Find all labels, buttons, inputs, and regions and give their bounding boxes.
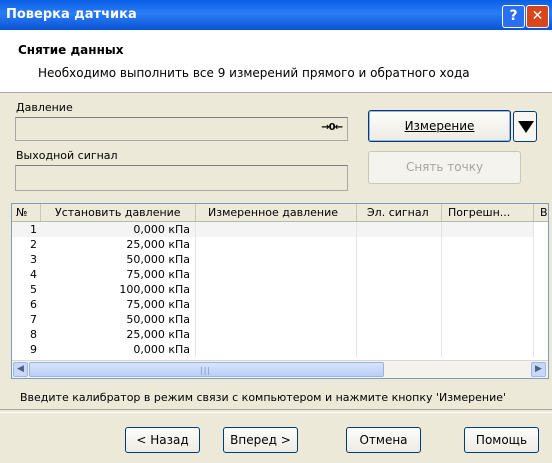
error-cell bbox=[442, 222, 534, 237]
measured-pressure-cell bbox=[196, 297, 357, 312]
scroll-left-icon[interactable]: ◀ bbox=[13, 362, 28, 377]
column-header[interactable]: Эл. сигнал bbox=[357, 204, 442, 221]
table-row[interactable]: 4 75,000 кПа bbox=[12, 267, 548, 282]
column-header[interactable]: В bbox=[534, 204, 548, 221]
signal-cell bbox=[357, 237, 442, 252]
horizontal-scrollbar[interactable]: ◀ ||| ▶ bbox=[12, 360, 548, 378]
pressure-field: →0← bbox=[15, 117, 348, 141]
measurement-table[interactable]: № Установить давление Измеренное давлени… bbox=[11, 203, 549, 379]
column-header[interactable]: Измеренное давление bbox=[196, 204, 357, 221]
measured-pressure-cell bbox=[196, 222, 357, 237]
status-message: Введите калибратор в режим связи с компь… bbox=[20, 391, 507, 404]
scrollbar-thumb[interactable]: ||| bbox=[29, 362, 384, 377]
signal-cell bbox=[357, 312, 442, 327]
output-signal-label: Выходной сигнал bbox=[16, 149, 118, 162]
help-icon[interactable]: ? bbox=[502, 5, 525, 28]
step-title: Снятие данных bbox=[18, 43, 124, 57]
table-header: № Установить давление Измеренное давлени… bbox=[12, 204, 548, 222]
set-pressure-cell: 0,000 кПа bbox=[41, 222, 196, 237]
column-header[interactable]: Установить давление bbox=[41, 204, 196, 221]
window-title: Поверка датчика bbox=[6, 7, 137, 22]
zero-icon[interactable]: →0← bbox=[321, 122, 343, 133]
table-row[interactable]: 3 50,000 кПа bbox=[12, 252, 548, 267]
grip-icon: ||| bbox=[200, 366, 212, 375]
help-button[interactable]: Помощь bbox=[464, 427, 539, 453]
set-pressure-cell: 50,000 кПа bbox=[41, 252, 196, 267]
row-number: 3 bbox=[30, 253, 37, 266]
table-row[interactable]: 1 0,000 кПа bbox=[12, 222, 548, 237]
measure-button-label: Измерение bbox=[404, 119, 475, 133]
error-cell bbox=[442, 282, 534, 297]
row-number: 2 bbox=[30, 238, 37, 251]
row-number: 1 bbox=[12, 222, 41, 237]
cancel-button[interactable]: Отмена bbox=[346, 427, 421, 453]
row-number: 6 bbox=[30, 298, 37, 311]
title-bar: Поверка датчика ? ✕ bbox=[0, 0, 552, 30]
column-header[interactable]: Погрешн... bbox=[442, 204, 534, 221]
measure-dropdown-button[interactable] bbox=[513, 111, 537, 142]
pressure-label: Давление bbox=[16, 101, 73, 114]
signal-cell bbox=[357, 267, 442, 282]
next-button[interactable]: Вперед > bbox=[223, 427, 298, 453]
table-row[interactable]: 7 50,000 кПа bbox=[12, 312, 548, 327]
error-cell bbox=[442, 342, 534, 357]
set-pressure-cell: 25,000 кПа bbox=[41, 237, 196, 252]
close-icon[interactable]: ✕ bbox=[526, 5, 549, 28]
measured-pressure-cell bbox=[196, 267, 357, 282]
column-header[interactable]: № bbox=[12, 204, 41, 221]
output-signal-field bbox=[15, 165, 348, 191]
signal-cell bbox=[357, 282, 442, 297]
back-button[interactable]: < Назад bbox=[125, 427, 200, 453]
measured-pressure-cell bbox=[196, 342, 357, 357]
step-description: Необходимо выполнить все 9 измерений пря… bbox=[38, 66, 470, 80]
take-point-button[interactable]: Снять точку bbox=[368, 151, 521, 184]
error-cell bbox=[442, 297, 534, 312]
error-cell bbox=[442, 237, 534, 252]
table-row[interactable]: 8 25,000 кПа bbox=[12, 327, 548, 342]
measured-pressure-cell bbox=[196, 312, 357, 327]
signal-cell bbox=[357, 297, 442, 312]
error-cell bbox=[442, 267, 534, 282]
signal-cell bbox=[357, 222, 442, 237]
error-cell bbox=[442, 252, 534, 267]
table-row[interactable]: 9 0,000 кПа bbox=[12, 342, 548, 357]
set-pressure-cell: 75,000 кПа bbox=[41, 297, 196, 312]
triangle-down-icon bbox=[518, 121, 534, 133]
table-row[interactable]: 5 100,000 кПа bbox=[12, 282, 548, 297]
set-pressure-cell: 100,000 кПа bbox=[41, 282, 196, 297]
measured-pressure-cell bbox=[196, 327, 357, 342]
error-cell bbox=[442, 312, 534, 327]
row-number: 5 bbox=[30, 283, 37, 296]
row-number: 9 bbox=[30, 343, 37, 356]
row-number: 4 bbox=[30, 268, 37, 281]
measured-pressure-cell bbox=[196, 237, 357, 252]
signal-cell bbox=[357, 342, 442, 357]
set-pressure-cell: 50,000 кПа bbox=[41, 312, 196, 327]
scroll-right-icon[interactable]: ▶ bbox=[531, 362, 546, 377]
signal-cell bbox=[357, 327, 442, 342]
row-number: 8 bbox=[30, 328, 37, 341]
signal-cell bbox=[357, 252, 442, 267]
table-row[interactable]: 6 75,000 кПа bbox=[12, 297, 548, 312]
table-row[interactable]: 2 25,000 кПа bbox=[12, 237, 548, 252]
measure-button[interactable]: Измерение bbox=[368, 110, 511, 142]
measured-pressure-cell bbox=[196, 282, 357, 297]
set-pressure-cell: 75,000 кПа bbox=[41, 267, 196, 282]
wizard-header: Снятие данных Необходимо выполнить все 9… bbox=[0, 30, 552, 93]
footer-separator bbox=[0, 409, 552, 413]
set-pressure-cell: 0,000 кПа bbox=[41, 342, 196, 357]
error-cell bbox=[442, 327, 534, 342]
set-pressure-cell: 25,000 кПа bbox=[41, 327, 196, 342]
row-number: 7 bbox=[30, 313, 37, 326]
measured-pressure-cell bbox=[196, 252, 357, 267]
